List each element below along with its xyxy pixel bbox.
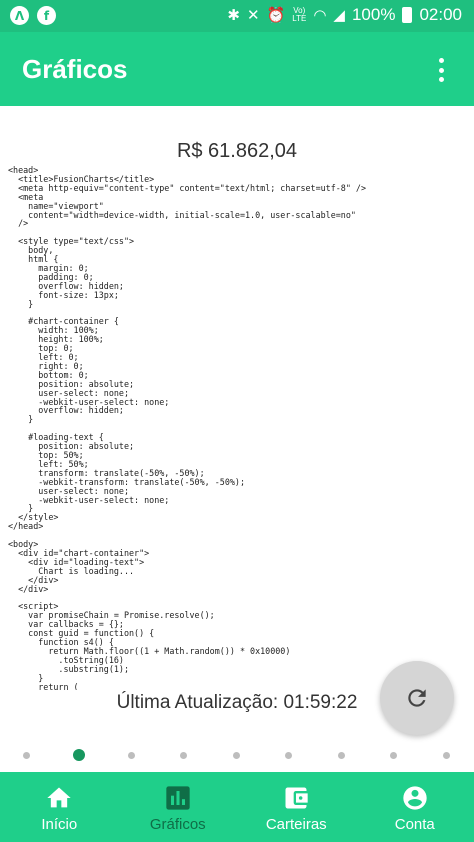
nav-label: Conta xyxy=(394,816,435,833)
account-icon xyxy=(403,786,427,810)
page-dot[interactable] xyxy=(442,752,450,759)
status-bar: Λ f ✱ ✕ ⏰ Vo) LTE ◠ ◢ 100% 02:00 xyxy=(0,0,474,32)
page-dot-active[interactable] xyxy=(72,749,85,761)
nav-graficos[interactable]: Gráficos xyxy=(119,772,238,842)
status-indicators: ✱ ✕ ⏰ Vo) LTE ◠ ◢ 100% 02:00 xyxy=(227,5,462,25)
facebook-icon: f xyxy=(37,6,56,25)
home-icon xyxy=(47,787,71,808)
page-dot[interactable] xyxy=(285,752,292,759)
page-dot[interactable] xyxy=(22,752,30,759)
nav-label: Gráficos xyxy=(149,816,206,833)
page-dot[interactable] xyxy=(180,752,187,759)
app-notification-icon: Λ xyxy=(10,6,29,25)
alarm-icon: ⏰ xyxy=(266,6,286,24)
nav-carteiras[interactable]: Carteiras xyxy=(237,772,356,842)
mute-icon: ✕ xyxy=(246,6,260,24)
status-notifications: Λ f xyxy=(10,6,56,25)
nav-label: Início xyxy=(41,816,78,833)
chart-html-source: <head> <title>FusionCharts</title> <meta… xyxy=(8,166,366,690)
page-dot[interactable] xyxy=(337,752,345,759)
page-dot[interactable] xyxy=(232,752,240,759)
refresh-icon xyxy=(408,689,426,707)
page-indicator xyxy=(0,749,474,761)
bluetooth-icon: ✱ xyxy=(227,6,240,24)
clock: 02:00 xyxy=(419,5,462,24)
battery-percent: 100% xyxy=(351,5,396,24)
portfolio-value: R$ 61.862,04 xyxy=(176,140,298,162)
app-bar: Gráficos xyxy=(0,32,474,106)
signal-icon: ◢ xyxy=(333,6,345,24)
chart-icon xyxy=(166,786,190,810)
nav-conta[interactable]: Conta xyxy=(356,772,474,842)
more-options-icon[interactable] xyxy=(438,58,444,82)
nav-inicio[interactable]: Início xyxy=(0,772,119,842)
page-dot[interactable] xyxy=(390,752,397,759)
battery-icon xyxy=(402,7,413,23)
nav-label: Carteiras xyxy=(265,816,327,833)
bottom-navigation: Início Gráficos Carteiras Conta xyxy=(0,772,474,842)
page-dot[interactable] xyxy=(127,752,135,759)
refresh-button[interactable] xyxy=(380,661,454,735)
page-title: Gráficos xyxy=(22,54,128,84)
wifi-icon: ◠ xyxy=(313,6,327,24)
volte-icon: Vo) LTE xyxy=(292,6,307,23)
wallet-icon xyxy=(285,787,308,809)
